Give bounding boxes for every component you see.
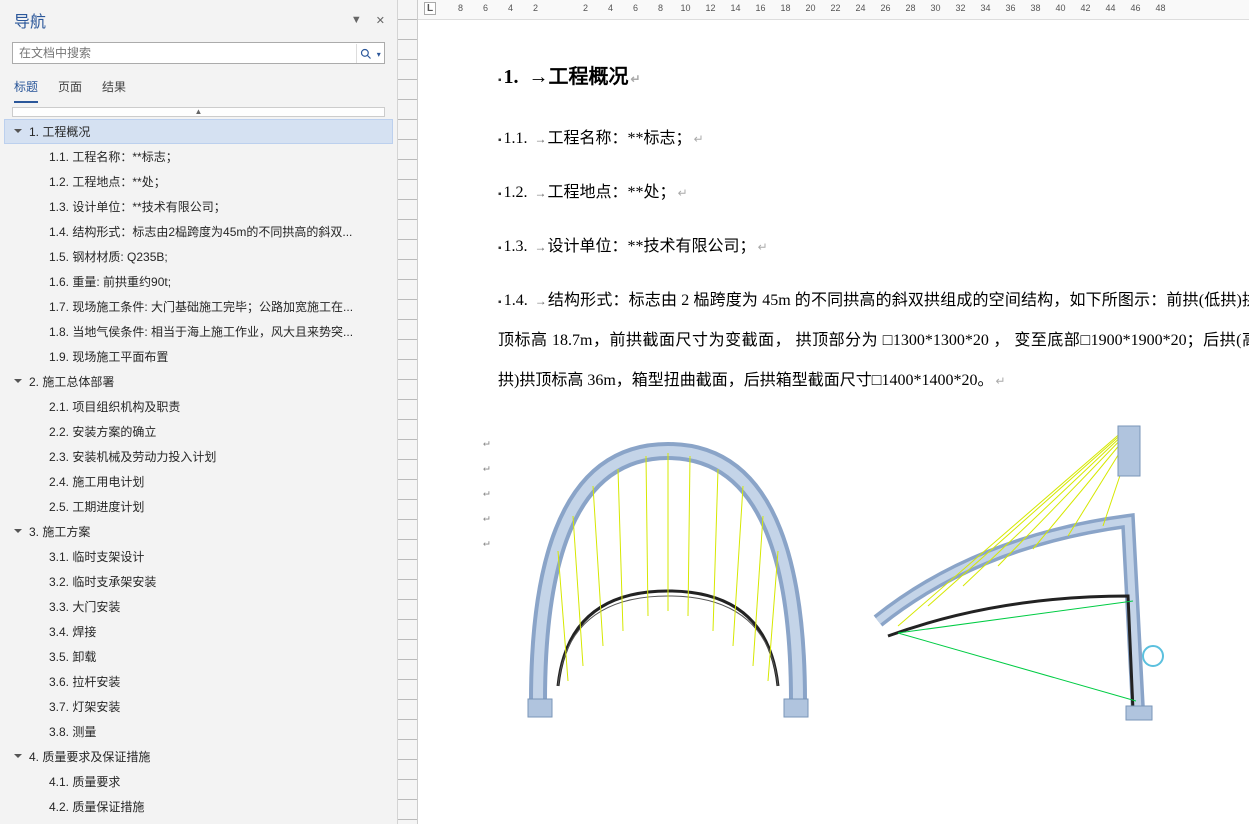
tab-pages[interactable]: 页面: [58, 74, 82, 103]
search-box: ▾: [12, 42, 385, 64]
document-area: L 8 6 4 2 2 4 6 8 10 12 14 16 18 20 22 2…: [418, 0, 1249, 824]
tree-item[interactable]: 3.2. 临时支承架安装: [4, 569, 393, 594]
tree-item[interactable]: 2.1. 项目组织机构及职责: [4, 394, 393, 419]
collapse-all-bar[interactable]: ▲: [12, 107, 385, 117]
tree-item-2[interactable]: 2. 施工总体部署: [4, 369, 393, 394]
ruler-tick: 44: [1098, 3, 1123, 13]
tree-item[interactable]: 2.3. 安装机械及劳动力投入计划: [4, 444, 393, 469]
tree-item[interactable]: 3.8. 测量: [4, 719, 393, 744]
tree-item[interactable]: 3.1. 临时支架设计: [4, 544, 393, 569]
tree-item[interactable]: 2.4. 施工用电计划: [4, 469, 393, 494]
document-scroll[interactable]: ▪1.→工程概况↵ ▪1.1.→工程名称：**标志；↵ ▪1.2.→工程地点：*…: [418, 20, 1249, 824]
tree-item[interactable]: 1.5. 钢材材质: Q235B;: [4, 244, 393, 269]
heading-1: ▪1.→工程概况↵: [498, 60, 1249, 89]
tree-item[interactable]: 3.4. 焊接: [4, 619, 393, 644]
chevron-down-icon[interactable]: [13, 526, 25, 538]
ruler-tick: 6: [623, 3, 648, 13]
nav-tabs: 标题 页面 结果: [0, 70, 397, 103]
ruler-tick: 38: [1023, 3, 1048, 13]
ruler-tick: 18: [773, 3, 798, 13]
tree-item[interactable]: 1.3. 设计单位：**技术有限公司；: [4, 194, 393, 219]
tree-item[interactable]: 1.1. 工程名称：**标志；: [4, 144, 393, 169]
close-icon[interactable]: ✕: [376, 14, 385, 27]
ruler-tick: 2: [573, 3, 598, 13]
ruler-tick: 8: [648, 3, 673, 13]
ruler-tick: 26: [873, 3, 898, 13]
paragraph: ▪1.4.→结构形式：标志由 2 榀跨度为 45m 的不同拱高的斜双拱组成的空间…: [498, 281, 1249, 401]
tab-arrow-icon: →: [529, 66, 549, 88]
paragraph: ▪1.1.→工程名称：**标志；↵: [498, 119, 1249, 159]
nav-tree: 1. 工程概况 1.1. 工程名称：**标志； 1.2. 工程地点：**处； 1…: [0, 119, 397, 824]
ruler-tick: 42: [1073, 3, 1098, 13]
dropdown-icon[interactable]: ▼: [351, 14, 362, 27]
ruler-tick: 20: [798, 3, 823, 13]
ruler-tick: 48: [1148, 3, 1173, 13]
tree-item[interactable]: 1.9. 现场施工平面布置: [4, 344, 393, 369]
tree-item[interactable]: 3.3. 大门安装: [4, 594, 393, 619]
ruler-tick: 2: [523, 3, 548, 13]
ruler-tick: 30: [923, 3, 948, 13]
chevron-down-icon[interactable]: [13, 376, 25, 388]
nav-title: 导航: [14, 8, 351, 32]
ruler-tick: 14: [723, 3, 748, 13]
tree-item[interactable]: 2.5. 工期进度计划: [4, 494, 393, 519]
ruler-tick: 24: [848, 3, 873, 13]
ruler-tick: 10: [673, 3, 698, 13]
horizontal-ruler[interactable]: L 8 6 4 2 2 4 6 8 10 12 14 16 18 20 22 2…: [418, 0, 1249, 20]
chevron-down-icon[interactable]: [13, 751, 25, 763]
navigation-pane: 导航 ▼ ✕ ▾ 标题 页面 结果 ▲ 1. 工程概况 1.1. 工程名称：**…: [0, 0, 398, 824]
tree-item[interactable]: 3.7. 灯架安装: [4, 694, 393, 719]
nav-header: 导航 ▼ ✕: [0, 0, 397, 36]
ruler-tick: 8: [448, 3, 473, 13]
vertical-ruler[interactable]: [398, 0, 418, 824]
tree-item-1[interactable]: 1. 工程概况: [4, 119, 393, 144]
ruler-tick: 22: [823, 3, 848, 13]
tree-item[interactable]: 1.4. 结构形式：标志由2榀跨度为45m的不同拱高的斜双...: [4, 219, 393, 244]
tree-item-3[interactable]: 3. 施工方案: [4, 519, 393, 544]
tree-item[interactable]: 1.8. 当地气侯条件: 相当于海上施工作业，风大且来势突...: [4, 319, 393, 344]
tree-item[interactable]: 1.2. 工程地点：**处；: [4, 169, 393, 194]
ruler-tick: 32: [948, 3, 973, 13]
tree-item[interactable]: 4.1. 质量要求: [4, 769, 393, 794]
search-input[interactable]: [13, 44, 356, 62]
tab-results[interactable]: 结果: [102, 74, 126, 103]
ruler-tick: 28: [898, 3, 923, 13]
ruler-tick: 4: [498, 3, 523, 13]
tree-item-4[interactable]: 4. 质量要求及保证措施: [4, 744, 393, 769]
tree-item[interactable]: 4.2. 质量保证措施: [4, 794, 393, 819]
search-icon[interactable]: ▾: [356, 44, 384, 63]
ruler-tick: 6: [473, 3, 498, 13]
paragraph: ▪1.3.→设计单位：**技术有限公司；↵: [498, 227, 1249, 267]
document-page: ▪1.→工程概况↵ ▪1.1.→工程名称：**标志；↵ ▪1.2.→工程地点：*…: [498, 60, 1249, 731]
ruler-tick: 16: [748, 3, 773, 13]
tree-item[interactable]: 3.6. 拉杆安装: [4, 669, 393, 694]
structure-diagram: ↵ ↵ ↵ ↵ ↵: [498, 421, 1249, 731]
paragraph: ▪1.2.→工程地点：**处；↵: [498, 173, 1249, 213]
ruler-tick: 36: [998, 3, 1023, 13]
tree-item[interactable]: 1.7. 现场施工条件: 大门基础施工完毕；公路加宽施工在...: [4, 294, 393, 319]
ruler-tick: [548, 3, 573, 13]
ruler-tick: 34: [973, 3, 998, 13]
tree-item[interactable]: 3.5. 卸载: [4, 644, 393, 669]
ruler-tick: 46: [1123, 3, 1148, 13]
paragraph-mark-icon: ↵: [631, 72, 641, 86]
tree-item-5[interactable]: 5. 安全文明施工措施: [4, 819, 393, 824]
tab-headings[interactable]: 标题: [14, 74, 38, 103]
tree-item[interactable]: 2.2. 安装方案的确立: [4, 419, 393, 444]
ruler-tick: 40: [1048, 3, 1073, 13]
ruler-tick: 12: [698, 3, 723, 13]
ruler-tick: 4: [598, 3, 623, 13]
tree-item[interactable]: 1.6. 重量: 前拱重约90t;: [4, 269, 393, 294]
chevron-down-icon[interactable]: [13, 126, 25, 138]
